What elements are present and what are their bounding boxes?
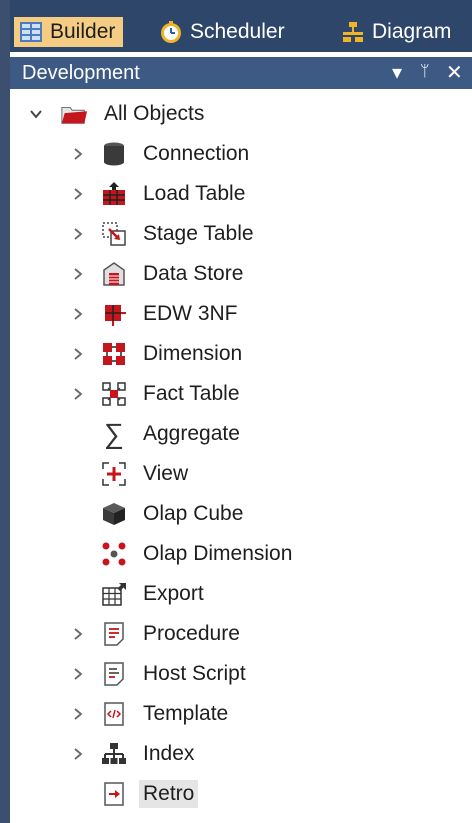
tree-item-label: Stage Table <box>143 222 254 245</box>
tree-item-label: Host Script <box>143 662 246 685</box>
tree-item-template[interactable]: Template <box>10 695 472 733</box>
tree-item-connection[interactable]: Connection <box>10 135 472 173</box>
document-tab-bar: Builder Scheduler Diagram <box>10 0 472 52</box>
template-icon <box>100 700 128 728</box>
panel-title: Development <box>22 62 140 84</box>
tree-item-load-table[interactable]: Load Table <box>10 175 472 213</box>
tree-item-label: View <box>143 462 189 485</box>
view-icon <box>100 460 128 488</box>
aggregate-icon: ∑ <box>104 418 124 449</box>
tree-item-label: Template <box>143 702 229 725</box>
tree-item-label: Procedure <box>143 622 240 645</box>
tree-item-aggregate[interactable]: ∑ Aggregate <box>10 415 472 453</box>
tree-root-all-objects[interactable]: All Objects <box>10 95 472 133</box>
tree-item-host-script[interactable]: Host Script <box>10 655 472 693</box>
data-store-icon <box>100 260 128 288</box>
chevron-right-icon[interactable] <box>68 664 88 684</box>
load-table-icon <box>100 180 128 208</box>
tree-item-index[interactable]: Index <box>10 735 472 773</box>
chevron-right-icon[interactable] <box>68 264 88 284</box>
tree-item-label: All Objects <box>104 102 205 125</box>
tree-item-label: EDW 3NF <box>143 302 238 325</box>
diagram-icon <box>343 22 363 42</box>
panel-header: Development ▾ ᛘ ✕ <box>10 57 472 89</box>
chevron-right-icon[interactable] <box>68 224 88 244</box>
olap-cube-icon <box>100 500 128 528</box>
tree-item-dimension[interactable]: Dimension <box>10 335 472 373</box>
tree-item-label: Fact Table <box>143 382 240 405</box>
chevron-right-icon[interactable] <box>68 304 88 324</box>
tree-item-data-store[interactable]: Data Store <box>10 255 472 293</box>
tree-item-edw-3nf[interactable]: EDW 3NF <box>10 295 472 333</box>
edw-3nf-icon <box>100 300 128 328</box>
connection-icon <box>100 140 128 168</box>
procedure-icon <box>100 620 128 648</box>
retro-icon <box>100 780 128 808</box>
chevron-right-icon[interactable] <box>68 144 88 164</box>
folder-icon <box>60 100 88 128</box>
tree-item-olap-dimension[interactable]: Olap Dimension <box>10 535 472 573</box>
builder-icon <box>20 22 42 42</box>
tree-item-label: Connection <box>143 142 250 165</box>
tree-item-retro[interactable]: Retro <box>10 775 472 813</box>
tree-item-export[interactable]: Export <box>10 575 472 613</box>
tree-item-olap-cube[interactable]: Olap Cube <box>10 495 472 533</box>
chevron-right-icon[interactable] <box>68 744 88 764</box>
tab-builder[interactable]: Builder <box>14 17 124 47</box>
tree-item-label: Load Table <box>143 182 246 205</box>
host-script-icon <box>100 660 128 688</box>
tree-item-label: Export <box>143 582 204 605</box>
tree-item-procedure[interactable]: Procedure <box>10 615 472 653</box>
panel-close-button[interactable]: ✕ <box>446 60 463 85</box>
tree-item-view[interactable]: View <box>10 455 472 493</box>
tree-item-label: Olap Dimension <box>143 542 293 565</box>
window-border <box>0 0 10 823</box>
panel-pin-button[interactable]: ᛘ <box>420 63 430 81</box>
tree-item-label: Index <box>143 742 195 765</box>
tab-label: Scheduler <box>190 20 285 43</box>
tab-diagram[interactable]: Diagram <box>340 17 451 47</box>
tree-item-fact-table[interactable]: Fact Table <box>10 375 472 413</box>
stage-table-icon <box>100 220 128 248</box>
tab-scheduler[interactable]: Scheduler <box>158 17 285 47</box>
olap-dimension-icon <box>100 540 128 568</box>
tab-label: Diagram <box>372 20 452 43</box>
tab-label: Builder <box>50 20 116 43</box>
tree-item-label: Data Store <box>143 262 244 285</box>
chevron-right-icon[interactable] <box>68 704 88 724</box>
chevron-right-icon[interactable] <box>68 624 88 644</box>
app-frame: Builder Scheduler Diagram Development ▾ … <box>0 0 472 823</box>
tree-item-label: Dimension <box>143 342 243 365</box>
chevron-down-icon[interactable] <box>26 104 46 124</box>
chevron-right-icon[interactable] <box>68 184 88 204</box>
tree-item-stage-table[interactable]: Stage Table <box>10 215 472 253</box>
dimension-icon <box>100 340 128 368</box>
panel-dropdown-button[interactable]: ▾ <box>392 60 402 85</box>
chevron-right-icon[interactable] <box>68 384 88 404</box>
index-icon <box>100 740 128 768</box>
fact-table-icon <box>100 380 128 408</box>
tree-item-label: Retro <box>139 780 199 808</box>
object-tree: All Objects Connection Load Table Stage … <box>10 89 472 823</box>
scheduler-icon <box>161 21 181 43</box>
tree-item-label: Olap Cube <box>143 502 244 525</box>
export-icon <box>100 580 128 608</box>
chevron-right-icon[interactable] <box>68 344 88 364</box>
tree-item-label: Aggregate <box>143 422 240 445</box>
